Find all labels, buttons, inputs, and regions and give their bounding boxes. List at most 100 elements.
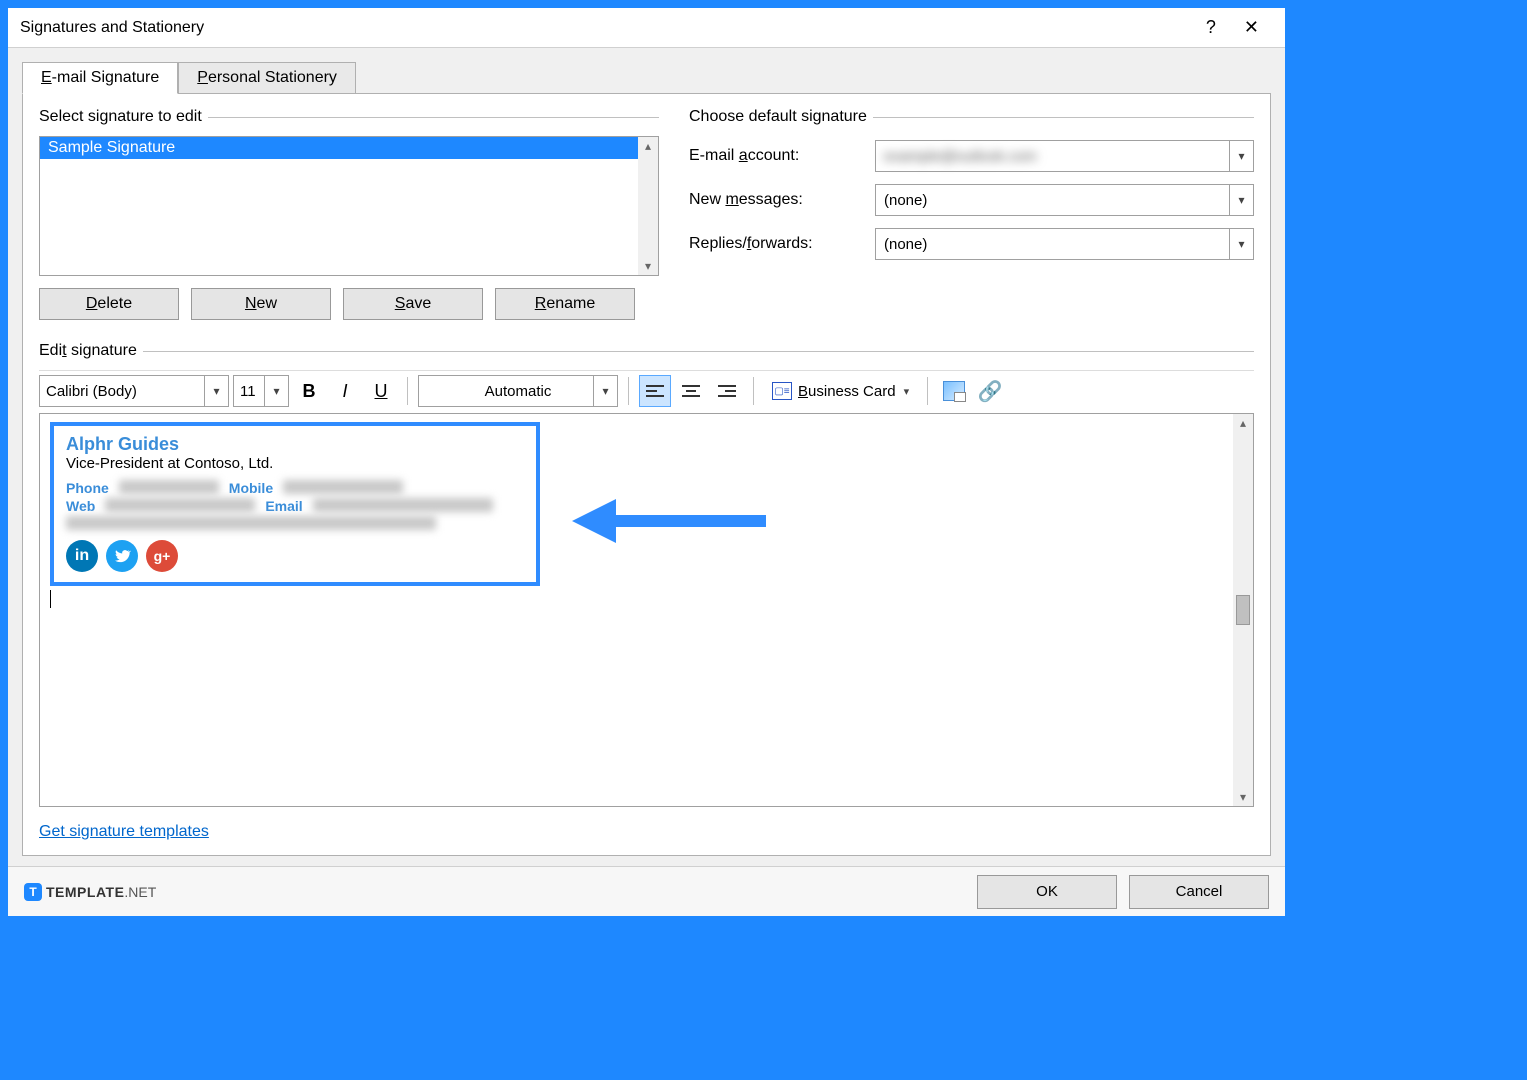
tab-email-signature[interactable]: E-mail Signature: [22, 62, 178, 94]
arrow-shaft: [616, 515, 766, 527]
tab-label: E-mail Signature: [41, 69, 159, 86]
scrollbar-vertical[interactable]: ▴ ▾: [638, 137, 658, 275]
tab-panel: Select signature to edit Sample Signatur…: [22, 93, 1271, 856]
chevron-down-icon: ▾: [1229, 229, 1253, 259]
titlebar: Signatures and Stationery ? ✕: [8, 8, 1285, 48]
replies-forwards-select[interactable]: (none) ▾: [875, 228, 1254, 260]
default-signature-section: Choose default signature E-mail account:…: [689, 108, 1254, 324]
select-signature-section: Select signature to edit Sample Signatur…: [39, 108, 659, 324]
new-messages-value: (none): [884, 192, 1245, 209]
help-icon[interactable]: ?: [1192, 15, 1230, 40]
editor-area: Alphr Guides Vice-President at Contoso, …: [39, 413, 1254, 807]
italic-icon: I: [342, 381, 347, 402]
scroll-up-icon[interactable]: ▴: [645, 139, 651, 153]
signatures-dialog: Signatures and Stationery ? ✕ E-mail Sig…: [8, 8, 1285, 916]
insert-hyperlink-button[interactable]: 🔗: [974, 375, 1006, 407]
tab-strip: E-mail Signature Personal Stationery: [22, 62, 1271, 93]
signature-editor[interactable]: Alphr Guides Vice-President at Contoso, …: [40, 414, 1233, 806]
brand-rest: .NET: [124, 884, 156, 900]
signature-buttons: Delete New Save Rename: [39, 288, 659, 320]
signature-item-selected[interactable]: Sample Signature: [40, 137, 638, 159]
web-value-blurred: [105, 498, 255, 512]
align-center-icon: [682, 385, 700, 397]
default-signature-legend: Choose default signature: [689, 108, 873, 126]
brand-watermark: T TEMPLATE.NET: [24, 883, 156, 901]
arrow-head-icon: [572, 499, 616, 543]
scroll-up-icon[interactable]: ▴: [1240, 416, 1246, 430]
align-center-button[interactable]: [675, 375, 707, 407]
edit-signature-legend: Edit signature: [39, 342, 143, 360]
signature-list-items: Sample Signature: [40, 137, 638, 275]
chevron-down-icon: ▾: [264, 376, 288, 406]
replies-forwards-label: Replies/forwards:: [689, 235, 859, 253]
save-button[interactable]: Save: [343, 288, 483, 320]
bold-button[interactable]: B: [293, 375, 325, 407]
bold-icon: B: [303, 381, 316, 402]
rename-button[interactable]: Rename: [495, 288, 635, 320]
font-select[interactable]: Calibri (Body) ▾: [39, 375, 229, 407]
font-value: Calibri (Body): [46, 383, 137, 400]
mobile-value-blurred: [283, 480, 403, 494]
ok-button[interactable]: OK: [977, 875, 1117, 909]
insert-picture-button[interactable]: [938, 375, 970, 407]
address-value-blurred: [66, 516, 436, 530]
brand-icon: T: [24, 883, 42, 901]
edit-signature-section: Edit signature Calibri (Body) ▾ 11 ▾ B I…: [39, 342, 1254, 841]
scroll-down-icon[interactable]: ▾: [645, 259, 651, 273]
email-account-label: E-mail account:: [689, 147, 859, 165]
business-card-icon: ▢≡: [772, 382, 792, 400]
picture-icon: [943, 381, 965, 401]
googleplus-icon[interactable]: g+: [146, 540, 178, 572]
font-color-select[interactable]: Automatic ▾: [418, 375, 618, 407]
email-value-blurred: [313, 498, 493, 512]
underline-icon: U: [375, 381, 388, 402]
web-label: Web: [66, 498, 95, 514]
align-right-button[interactable]: [711, 375, 743, 407]
chevron-down-icon: ▾: [1229, 185, 1253, 215]
dialog-footer: T TEMPLATE.NET OK Cancel: [8, 866, 1285, 916]
font-size-value: 11: [240, 383, 256, 400]
email-account-select[interactable]: example@outlook.com ▾: [875, 140, 1254, 172]
close-icon[interactable]: ✕: [1230, 15, 1273, 40]
tab-personal-stationery[interactable]: Personal Stationery: [178, 62, 356, 93]
editor-scrollbar[interactable]: ▴ ▾: [1233, 414, 1253, 806]
align-left-icon: [646, 385, 664, 397]
delete-button[interactable]: Delete: [39, 288, 179, 320]
phone-value-blurred: [119, 480, 219, 494]
arrow-annotation: [572, 499, 766, 543]
select-signature-legend: Select signature to edit: [39, 108, 208, 126]
chevron-down-icon: ▾: [593, 376, 617, 406]
business-card-label: Business Card: [798, 383, 896, 400]
email-account-value: example@outlook.com: [884, 148, 1245, 165]
replies-forwards-value: (none): [884, 236, 1245, 253]
signature-name: Alphr Guides: [66, 434, 524, 455]
chevron-down-icon: ▾: [904, 385, 910, 398]
social-icons: in g+: [66, 540, 524, 572]
scroll-thumb[interactable]: [1236, 595, 1250, 625]
phone-label: Phone: [66, 480, 109, 496]
get-templates-link[interactable]: Get signature templates: [39, 823, 1254, 841]
mobile-label: Mobile: [229, 480, 273, 496]
new-button[interactable]: New: [191, 288, 331, 320]
font-size-select[interactable]: 11 ▾: [233, 375, 289, 407]
dialog-content: E-mail Signature Personal Stationery Sel…: [8, 48, 1285, 866]
new-messages-label: New messages:: [689, 191, 859, 209]
toolbar-separator: [927, 377, 928, 405]
twitter-icon[interactable]: [106, 540, 138, 572]
email-label: Email: [265, 498, 302, 514]
align-left-button[interactable]: [639, 375, 671, 407]
new-messages-select[interactable]: (none) ▾: [875, 184, 1254, 216]
toolbar-separator: [628, 377, 629, 405]
business-card-button[interactable]: ▢≡ Business Card ▾: [764, 375, 917, 407]
signature-highlight: Alphr Guides Vice-President at Contoso, …: [50, 422, 540, 586]
tab-label: Personal Stationery: [197, 69, 337, 86]
cancel-button[interactable]: Cancel: [1129, 875, 1269, 909]
signature-list[interactable]: Sample Signature ▴ ▾: [39, 136, 659, 276]
scroll-down-icon[interactable]: ▾: [1240, 790, 1246, 804]
editor-toolbar: Calibri (Body) ▾ 11 ▾ B I U Automatic: [39, 370, 1254, 411]
italic-button[interactable]: I: [329, 375, 361, 407]
font-color-value: Automatic: [485, 383, 552, 400]
underline-button[interactable]: U: [365, 375, 397, 407]
top-row: Select signature to edit Sample Signatur…: [39, 108, 1254, 324]
linkedin-icon[interactable]: in: [66, 540, 98, 572]
